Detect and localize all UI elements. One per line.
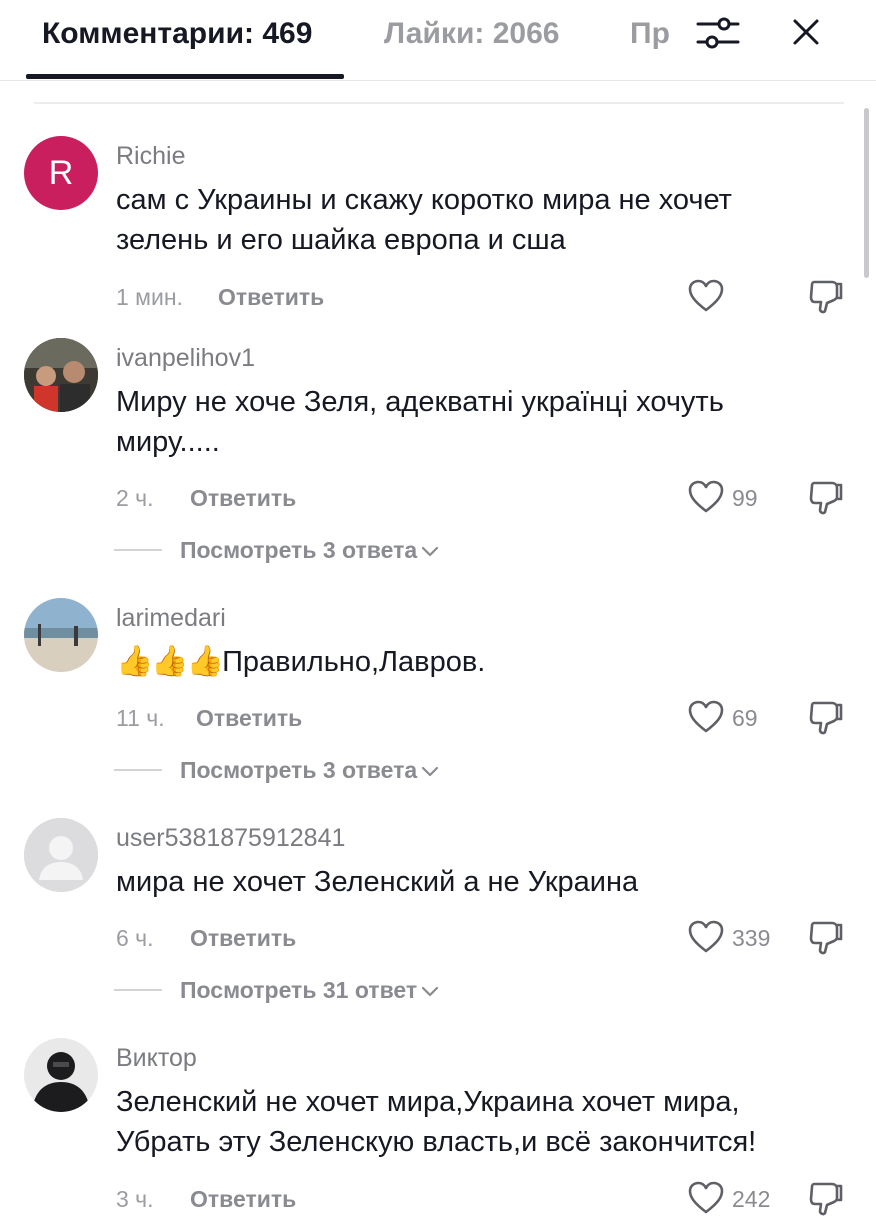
thumbs-down-icon xyxy=(809,481,843,515)
heart-icon xyxy=(688,920,724,953)
comment-username[interactable]: ivanpelihov1 xyxy=(116,344,255,373)
heart-icon xyxy=(688,279,724,312)
view-replies-label: Посмотреть 3 ответа xyxy=(180,537,418,563)
thread-line xyxy=(114,769,162,771)
chevron-down-icon xyxy=(422,546,439,557)
thumbs-down-icon xyxy=(809,701,843,735)
comment-text: Зеленский не хочет мира,Украина хочет ми… xyxy=(116,1082,846,1162)
avatar-photo xyxy=(24,598,98,672)
thumbs-up-emoji: 👍👍👍 xyxy=(116,645,224,678)
dislike-button[interactable] xyxy=(806,1178,846,1218)
divider xyxy=(34,102,844,104)
tab-comments[interactable]: Комментарии: 469 xyxy=(42,16,312,52)
comment-text: Миру не хоче Зеля, адекватні українці хо… xyxy=(116,382,846,462)
comment-text-line: Правильно,Лавров. xyxy=(222,646,486,678)
avatar-photo xyxy=(24,1038,98,1112)
tab-bar: Комментарии: 469 Лайки: 2066 Пр xyxy=(0,0,876,81)
comment-text-line: зелень и его шайка европа и сша xyxy=(116,224,566,256)
view-replies-button[interactable]: Посмотреть 3 ответа xyxy=(180,757,439,784)
comment-username[interactable]: Richie xyxy=(116,142,185,171)
avatar[interactable] xyxy=(24,338,98,412)
view-replies-label: Посмотреть 3 ответа xyxy=(180,757,418,783)
sliders-icon xyxy=(696,17,740,49)
comment-time: 2 ч. xyxy=(116,485,154,511)
comment-username[interactable]: larimedari xyxy=(116,604,226,633)
comment-text-line: миру..... xyxy=(116,426,220,458)
thumbs-down-icon xyxy=(809,280,843,314)
comment-username[interactable]: user5381875912841 xyxy=(116,824,345,853)
comment-text: сам с Украины и скажу коротко мира не хо… xyxy=(116,180,846,260)
heart-icon xyxy=(688,1181,724,1214)
chevron-down-icon xyxy=(422,986,439,997)
comment-time: 1 мин. xyxy=(116,284,183,310)
heart-icon xyxy=(688,700,724,733)
like-button[interactable] xyxy=(686,1178,726,1218)
tab-likes[interactable]: Лайки: 2066 xyxy=(384,16,559,52)
view-replies-button[interactable]: Посмотреть 3 ответа xyxy=(180,537,439,564)
thumbs-down-icon xyxy=(809,1182,843,1216)
filter-button[interactable] xyxy=(694,10,742,58)
dislike-button[interactable] xyxy=(806,697,846,737)
scrollbar[interactable] xyxy=(864,108,869,278)
comment-text-line: Миру не хоче Зеля, адекватні українці хо… xyxy=(116,386,724,418)
reply-button[interactable]: Ответить xyxy=(190,925,296,952)
like-button[interactable] xyxy=(686,477,726,517)
like-count: 339 xyxy=(732,925,771,951)
thread-line xyxy=(114,989,162,991)
tab-more[interactable]: Пр xyxy=(630,16,674,52)
default-avatar-icon xyxy=(24,818,98,892)
view-replies-label: Посмотреть 31 ответ xyxy=(180,977,418,1003)
comment-time: 6 ч. xyxy=(116,925,154,951)
comment-text-line: сам с Украины и скажу коротко мира не хо… xyxy=(116,184,732,216)
avatar[interactable] xyxy=(24,598,98,672)
like-button[interactable] xyxy=(686,697,726,737)
reply-button[interactable]: Ответить xyxy=(190,485,296,512)
dislike-button[interactable] xyxy=(806,477,846,517)
dislike-button[interactable] xyxy=(806,276,846,316)
close-icon xyxy=(793,19,819,45)
avatar[interactable] xyxy=(24,1038,98,1112)
comment-text-line: Убрать эту Зеленскую власть,и всё законч… xyxy=(116,1126,757,1158)
reply-button[interactable]: Ответить xyxy=(218,284,324,311)
avatar[interactable]: R xyxy=(24,136,98,210)
comment-username[interactable]: Виктор xyxy=(116,1044,197,1073)
like-count: 69 xyxy=(732,705,758,731)
active-tab-indicator xyxy=(26,74,344,79)
thumbs-down-icon xyxy=(809,921,843,955)
avatar[interactable] xyxy=(24,818,98,892)
heart-icon xyxy=(688,480,724,513)
like-button[interactable] xyxy=(686,276,726,316)
comment-text: мира не хочет Зеленский а не Украина xyxy=(116,862,846,902)
chevron-down-icon xyxy=(422,766,439,777)
dislike-button[interactable] xyxy=(806,917,846,957)
comment-time: 11 ч. xyxy=(116,705,165,731)
comment-text-line: Зеленский не хочет мира,Украина хочет ми… xyxy=(116,1086,740,1118)
comment-text-line: мира не хочет Зеленский а не Украина xyxy=(116,866,639,898)
reply-button[interactable]: Ответить xyxy=(196,705,302,732)
close-button[interactable] xyxy=(782,8,830,56)
view-replies-button[interactable]: Посмотреть 31 ответ xyxy=(180,977,439,1004)
avatar-photo xyxy=(24,338,98,412)
thread-line xyxy=(114,549,162,551)
like-count: 99 xyxy=(732,485,758,511)
like-button[interactable] xyxy=(686,917,726,957)
comment-text: 👍👍👍Правильно,Лавров. xyxy=(116,642,846,682)
